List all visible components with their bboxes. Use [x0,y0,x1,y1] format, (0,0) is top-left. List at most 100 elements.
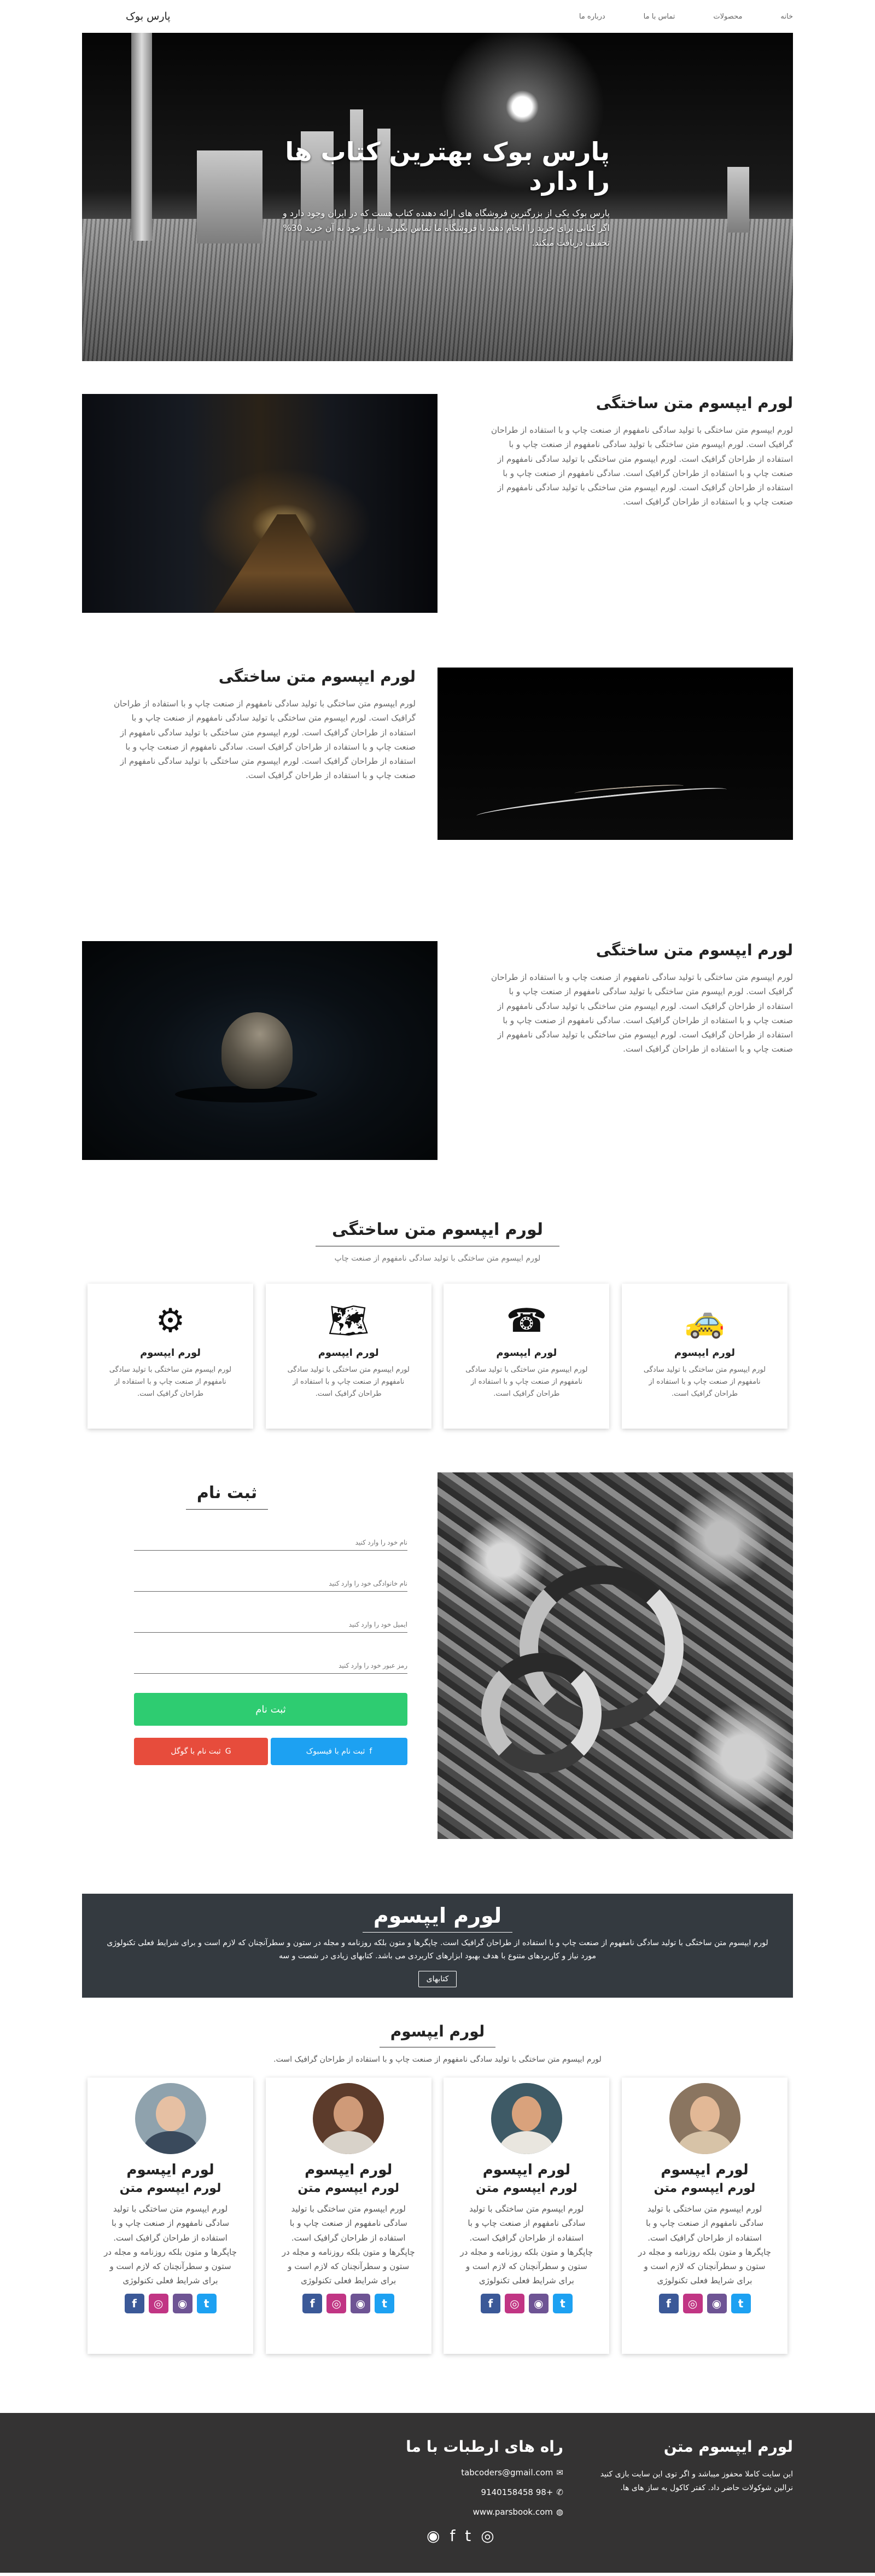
twitter-icon[interactable]: t [465,2527,471,2545]
service-description: لورم ایپسوم متن ساختگی با تولید سادگی نا… [287,1366,410,1399]
avatar [135,2083,206,2154]
footer-website[interactable]: ◍www.parsbook.com [345,2507,563,2517]
services-title: لورم ایپسوم متن ساختگی [315,1220,560,1246]
hero-column [131,33,152,241]
twitter-icon[interactable]: t [375,2293,395,2313]
google-signup-label: ثبت نام با گوگل [171,1747,221,1756]
footer-about-title: لورم ایپسوم متن [663,2438,793,2456]
facebook-signup-label: ثبت نام با فیسبوک [306,1747,365,1756]
books-button[interactable]: کتابهای [418,1970,457,1987]
member-bio: لورم ایپسوم متن ساختگی با تولید سادگی نا… [638,2204,771,2286]
signup-title: ثبت نام [185,1483,269,1510]
instagram-icon[interactable]: ◎ [481,2527,494,2545]
nav-about[interactable]: درباره ما [579,13,605,21]
instagram-icon[interactable]: ◎ [326,2293,347,2313]
footer-phone[interactable]: ✆+98 9140158458 [345,2487,563,2497]
banner-text: لورم ایپسوم متن ساختگی با تولید سادگی نا… [107,1939,768,1960]
service-title: لورم ایپسوم [674,1347,735,1359]
member-name: لورم ایپسوم [482,2162,570,2178]
hero-ruin [197,150,262,243]
service-description: لورم ایپسوم متن ساختگی با تولید سادگی نا… [643,1366,766,1399]
footer-email[interactable]: ✉tabcoders@gmail.com [345,2468,563,2478]
avatar [313,2083,384,2154]
globe-icon: ◍ [556,2507,563,2517]
member-name: لورم ایپسوم [661,2162,749,2178]
password-field[interactable] [134,1641,407,1674]
feature-row: لورم ایپسوم متن ساختگی لورم ایپسوم متن س… [82,394,793,613]
feature-image-night-road [438,668,793,840]
footer-website-text: www.parsbook.com [472,2507,553,2517]
team-subtitle: لورم ایپسوم متن ساختگی با تولید سادگی نا… [273,2055,602,2064]
facebook-icon[interactable]: f [302,2293,323,2313]
github-icon[interactable]: ◉ [172,2293,192,2313]
member-socials: t ◉ ◎ f [266,2293,431,2313]
email-field[interactable] [134,1600,407,1633]
signup-button[interactable]: ثبت نام [134,1693,407,1726]
service-card[interactable]: 🚕 لورم ایپسوم لورم ایپسوم متن ساختگی با … [622,1284,788,1429]
nav-products[interactable]: محصولات [713,13,742,21]
twitter-icon[interactable]: t [731,2293,751,2313]
member-bio: لورم ایپسوم متن ساختگی با تولید سادگی نا… [104,2204,237,2286]
github-icon[interactable]: ◉ [707,2293,727,2313]
feature-row: لورم ایپسوم متن ساختگی لورم ایپسوم متن س… [82,941,793,1160]
feature-description: لورم ایپسوم متن ساختگی با تولید سادگی نا… [491,972,793,1054]
facebook-icon[interactable]: f [450,2527,455,2545]
facebook-icon[interactable]: f [658,2293,679,2313]
service-description: لورم ایپسوم متن ساختگی با تولید سادگی نا… [109,1366,232,1399]
footer-phone-text: +98 9140158458 [481,2487,553,2497]
member-role: لورم ایپسوم متن [476,2182,578,2195]
twitter-icon[interactable]: t [196,2293,217,2313]
member-socials: t ◉ ◎ f [88,2293,253,2313]
first-name-field[interactable] [134,1518,407,1551]
service-description: لورم ایپسوم متن ساختگی با تولید سادگی نا… [465,1366,588,1399]
signup-form: ثبت نام ثبت نام f ثبت نام با فیسبوک G ثب… [134,1472,407,1839]
dark-banner: لورم ایپسوم لورم ایپسوم متن ساختگی با تو… [82,1894,793,1998]
member-socials: t ◉ ◎ f [622,2293,788,2313]
facebook-icon[interactable]: f [480,2293,500,2313]
instagram-icon[interactable]: ◎ [682,2293,703,2313]
team-member-card: لورم ایپسوم لورم ایپسوم متن لورم ایپسوم … [88,2078,254,2354]
twitter-icon[interactable]: t [552,2293,573,2313]
service-card[interactable]: ☎ لورم ایپسوم لورم ایپسوم متن ساختگی با … [444,1284,610,1429]
github-icon[interactable]: ◉ [351,2293,371,2313]
footer: لورم ایپسوم متن این سایت کاملا محفوز میب… [0,2413,875,2573]
google-signup-button[interactable]: G ثبت نام با گوگل [134,1738,268,1765]
last-name-field[interactable] [134,1559,407,1592]
avatar-face [511,2096,541,2131]
navbar: پارس بوک خانه محصولات تماس با ما درباره … [0,0,875,33]
service-card[interactable]: 🗺 لورم ایپسوم لورم ایپسوم متن ساختگی با … [265,1284,431,1429]
facebook-icon[interactable]: f [124,2293,144,2313]
taxi-dollar-icon: 🚕 [684,1302,725,1340]
avatar-body [677,2131,732,2154]
avatar [491,2083,562,2154]
feature-description: لورم ایپسوم متن ساختگی با تولید سادگی نا… [491,425,793,507]
nav-home[interactable]: خانه [780,13,793,21]
service-title: لورم ایپسوم [496,1347,557,1359]
world-map-icon: 🗺 [328,1302,370,1340]
services-header: لورم ایپسوم متن ساختگی لورم ایپسوم متن س… [82,1220,793,1263]
feature-title: لورم ایپسوم متن ساختگی [596,941,793,959]
footer-email-text: tabcoders@gmail.com [461,2468,553,2478]
phone-icon: ✆ [556,2487,563,2497]
hero-ruin [727,167,749,233]
service-card[interactable]: ⚙ لورم ایپسوم لورم ایپسوم متن ساختگی با … [88,1284,254,1429]
github-icon[interactable]: ◉ [528,2293,549,2313]
nav-links: خانه محصولات تماس با ما درباره ما [579,13,793,21]
nav-contact[interactable]: تماس با ما [644,13,675,21]
snake-coil [481,1653,602,1773]
instagram-icon[interactable]: ◎ [148,2293,168,2313]
service-title: لورم ایپسوم [140,1347,201,1359]
feature-text: لورم ایپسوم متن ساختگی لورم ایپسوم متن س… [459,394,793,509]
github-icon[interactable]: ◉ [427,2527,440,2545]
team-header: لورم ایپسوم لورم ایپسوم متن ساختگی با تو… [82,2022,793,2064]
feature-row: لورم ایپسوم متن ساختگی لورم ایپسوم متن س… [82,668,793,840]
team-member-card: لورم ایپسوم لورم ایپسوم متن لورم ایپسوم … [622,2078,788,2354]
services-subtitle: لورم ایپسوم متن ساختگی با تولید سادگی نا… [334,1254,541,1263]
feature-image-alley [82,394,438,613]
gear-icon: ⚙ [155,1302,185,1340]
brand-logo[interactable]: پارس بوک [82,10,171,22]
snake-image [438,1472,793,1839]
facebook-signup-button[interactable]: f ثبت نام با فیسبوک [271,1738,407,1765]
feature-description: لورم ایپسوم متن ساختگی با تولید سادگی نا… [114,699,416,781]
instagram-icon[interactable]: ◎ [504,2293,524,2313]
